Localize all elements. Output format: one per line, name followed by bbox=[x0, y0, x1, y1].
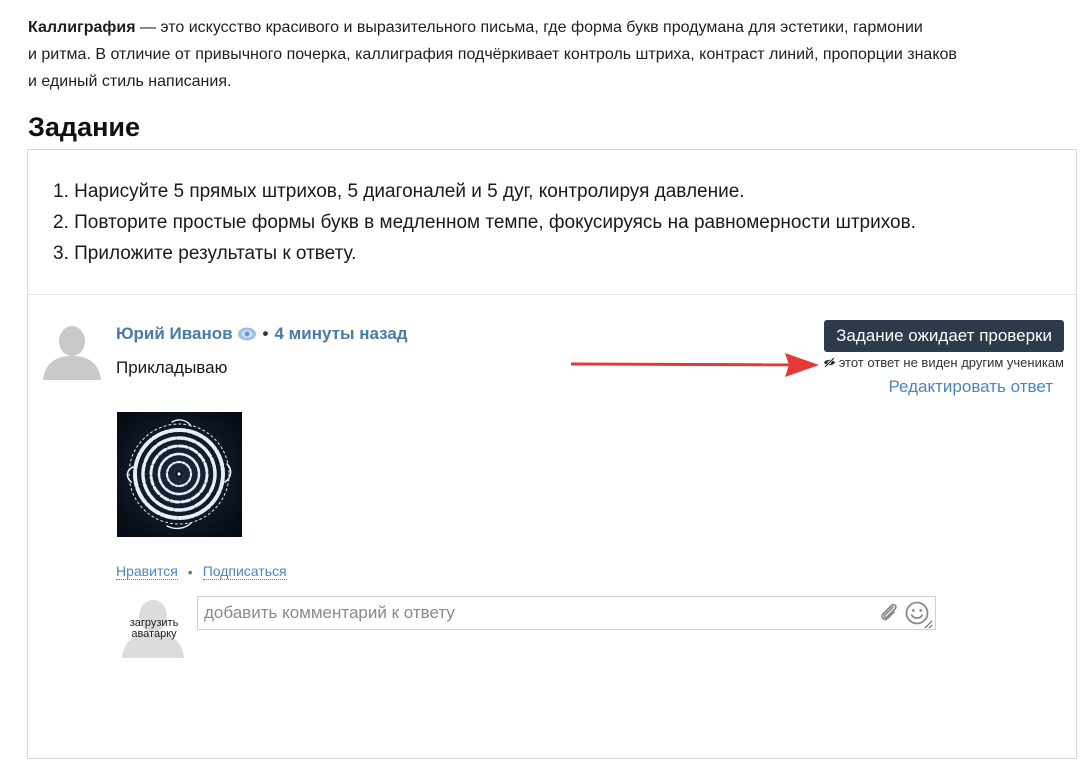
subscribe-link[interactable]: Подписаться bbox=[202, 563, 287, 580]
resize-handle-icon[interactable] bbox=[924, 620, 933, 629]
answer-text: Прикладываю bbox=[116, 358, 228, 377]
eye-slash-icon bbox=[823, 357, 836, 368]
divider bbox=[28, 294, 1076, 295]
annotation-arrow-icon bbox=[571, 353, 819, 377]
edit-answer-link[interactable]: Редактировать ответ bbox=[888, 377, 1053, 397]
calligraphy-image-icon bbox=[117, 412, 242, 537]
author-name-link[interactable]: Юрий Иванов bbox=[116, 324, 233, 344]
paperclip-icon[interactable] bbox=[878, 602, 900, 624]
visibility-note: этот ответ не виден другим ученикам bbox=[823, 355, 1064, 370]
intro-line-2: и ритма. В отличие от привычного почерка… bbox=[28, 46, 957, 63]
answer-actions: Нравится • Подписаться bbox=[116, 563, 287, 580]
status-button[interactable]: Задание ожидает проверки bbox=[824, 320, 1064, 352]
task-step: 3. Приложите результаты к ответу. bbox=[53, 243, 357, 264]
intro-term: Каллиграфия bbox=[28, 19, 136, 36]
intro-line-1: Каллиграфия — это искусство красивого и … bbox=[28, 14, 1073, 41]
comment-input[interactable] bbox=[197, 596, 936, 630]
intro-line-3: и единый стиль написания. bbox=[28, 73, 232, 90]
section-title: Задание bbox=[28, 112, 141, 142]
speech-bubble-icon bbox=[237, 327, 256, 341]
intro-paragraph: Каллиграфия — это искусство красивого и … bbox=[28, 14, 1073, 95]
task-card: 1. Нарисуйте 5 прямых штрихов, 5 диагона… bbox=[27, 149, 1077, 759]
task-step: 2. Повторите простые формы букв в медлен… bbox=[53, 212, 916, 233]
like-link[interactable]: Нравится bbox=[116, 563, 178, 580]
answer-meta: Юрий Иванов • 4 минуты назад bbox=[116, 324, 408, 344]
attachment-image[interactable] bbox=[117, 412, 242, 537]
user-silhouette-icon[interactable] bbox=[43, 322, 101, 380]
task-step: 1. Нарисуйте 5 прямых штрихов, 5 диагона… bbox=[53, 181, 745, 202]
task-steps: 1. Нарисуйте 5 прямых штрихов, 5 диагона… bbox=[53, 176, 916, 269]
page: Каллиграфия — это искусство красивого и … bbox=[0, 0, 1083, 774]
intro-text-1: — это искусство красивого и выразительно… bbox=[135, 19, 923, 36]
upload-avatar-label: загрузить аватарку bbox=[129, 617, 179, 640]
meta-separator: • bbox=[262, 324, 269, 343]
visibility-note-text: этот ответ не виден другим ученикам bbox=[838, 355, 1064, 370]
answer-time-link[interactable]: 4 минуты назад bbox=[275, 324, 408, 344]
actions-separator: • bbox=[187, 563, 193, 580]
upload-avatar[interactable]: загрузить аватарку bbox=[122, 596, 184, 658]
